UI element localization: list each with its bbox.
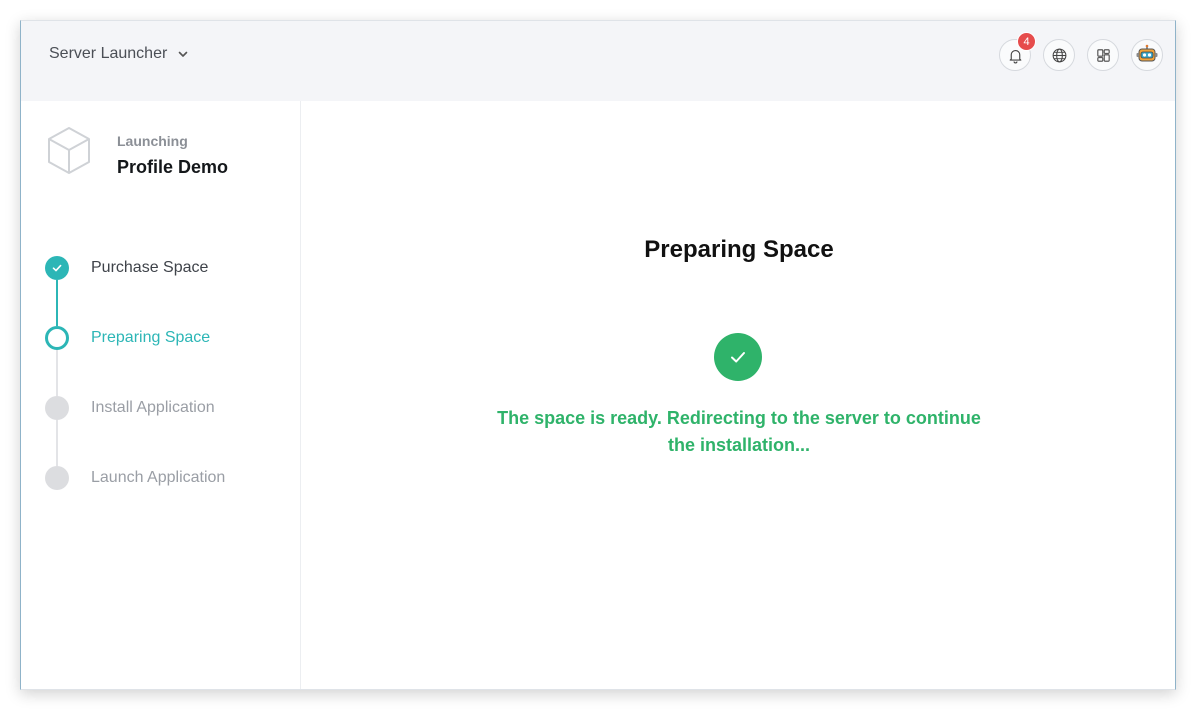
main-panel: Preparing Space The space is ready. Redi…: [302, 101, 1175, 689]
globe-icon: [1052, 48, 1066, 62]
apps-grid-icon: [1096, 48, 1110, 62]
step-connector: [56, 350, 58, 396]
header-actions: 4: [999, 32, 1163, 71]
app-window: Server Launcher 4 Launching Profile Demo…: [20, 20, 1176, 690]
project-name: Profile Demo: [117, 157, 229, 177]
notifications-button[interactable]: 4: [999, 32, 1036, 71]
step-connector: [56, 420, 58, 466]
step-connector: [56, 280, 58, 326]
launch-sidebar: Launching Profile Demo Purchase Space Pr…: [21, 101, 301, 689]
top-bar: Server Launcher 4: [21, 21, 1175, 101]
notification-count-badge: 4: [1017, 32, 1036, 51]
apps-button[interactable]: [1087, 39, 1119, 71]
page-title: Preparing Space: [644, 236, 834, 263]
language-button[interactable]: [1043, 39, 1075, 71]
step-label: Install Application: [91, 399, 215, 416]
step-complete-indicator: [45, 256, 69, 280]
app-name: Server Launcher: [49, 45, 168, 62]
success-indicator: [714, 333, 762, 381]
status-message: The space is ready. Redirecting to the s…: [497, 408, 981, 455]
step-active-indicator: [45, 326, 69, 350]
check-icon: [731, 352, 745, 363]
step-pending-indicator: [45, 396, 69, 420]
cube-icon: [48, 127, 90, 174]
step-label: Preparing Space: [91, 329, 211, 346]
step-label: Purchase Space: [91, 259, 209, 276]
chevron-down-icon: [178, 51, 188, 57]
check-icon: [52, 264, 62, 272]
step-label: Launch Application: [91, 469, 226, 486]
project-status-label: Launching: [117, 133, 188, 149]
robot-avatar-icon: [1136, 44, 1158, 62]
user-avatar-button[interactable]: [1131, 39, 1163, 71]
step-pending-indicator: [45, 466, 69, 490]
app-switcher-dropdown[interactable]: Server Launcher: [49, 45, 189, 63]
